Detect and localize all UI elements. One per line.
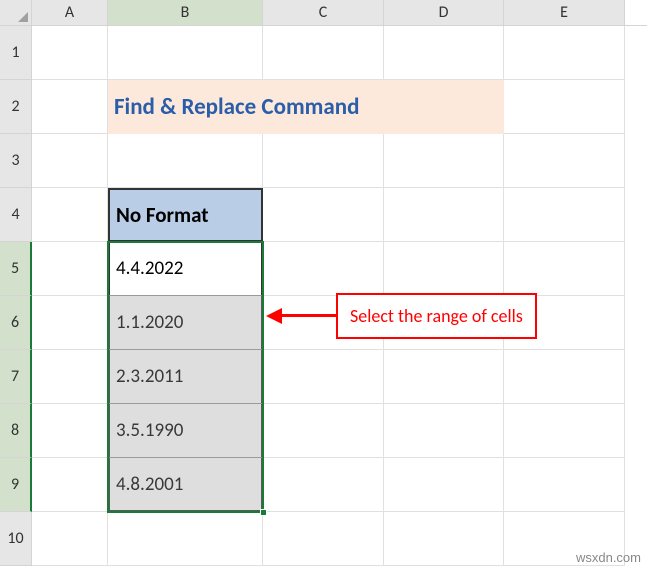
row-6: 6 1.1.2020 (0, 296, 647, 350)
row-2: 2 Find & Replace Command (0, 80, 647, 134)
cell-E7[interactable] (504, 350, 625, 404)
row-8: 8 3.5.1990 (0, 404, 647, 458)
row-5: 5 4.4.2022 (0, 242, 647, 296)
row-header-6[interactable]: 6 (0, 296, 32, 350)
cell-D10[interactable] (384, 512, 504, 566)
cell-E1[interactable] (504, 26, 625, 80)
column-headers: A B C D E (0, 0, 647, 26)
col-header-E[interactable]: E (504, 0, 625, 25)
title-cell[interactable]: Find & Replace Command (108, 80, 504, 134)
cell-E4[interactable] (504, 188, 625, 242)
col-header-C[interactable]: C (263, 0, 384, 25)
cell-A4[interactable] (32, 188, 108, 242)
cell-D9[interactable] (384, 458, 504, 512)
cell-C1[interactable] (263, 26, 384, 80)
data-cell-B9[interactable]: 4.8.2001 (108, 458, 263, 512)
cell-C4[interactable] (263, 188, 384, 242)
data-cell-B5[interactable]: 4.4.2022 (108, 242, 263, 296)
cell-D7[interactable] (384, 350, 504, 404)
row-4: 4 No Format (0, 188, 647, 242)
cell-C8[interactable] (263, 404, 384, 458)
col-header-D[interactable]: D (384, 0, 504, 25)
row-7: 7 2.3.2011 (0, 350, 647, 404)
row-header-5[interactable]: 5 (0, 242, 32, 296)
cell-A5[interactable] (32, 242, 108, 296)
row-header-2[interactable]: 2 (0, 80, 32, 134)
cell-D3[interactable] (384, 134, 504, 188)
row-header-10[interactable]: 10 (0, 512, 32, 566)
cell-A3[interactable] (32, 134, 108, 188)
data-cell-B8[interactable]: 3.5.1990 (108, 404, 263, 458)
table-header-cell[interactable]: No Format (108, 188, 263, 242)
data-cell-B6[interactable]: 1.1.2020 (108, 296, 263, 350)
cell-E2[interactable] (504, 80, 625, 134)
cell-C3[interactable] (263, 134, 384, 188)
cell-A2[interactable] (32, 80, 108, 134)
row-header-9[interactable]: 9 (0, 458, 32, 512)
row-9: 9 4.8.2001 (0, 458, 647, 512)
cell-D8[interactable] (384, 404, 504, 458)
row-3: 3 (0, 134, 647, 188)
cell-E8[interactable] (504, 404, 625, 458)
row-header-1[interactable]: 1 (0, 26, 32, 80)
cell-B3[interactable] (108, 134, 263, 188)
cell-A6[interactable] (32, 296, 108, 350)
cell-C7[interactable] (263, 350, 384, 404)
cell-C10[interactable] (263, 512, 384, 566)
col-header-A[interactable]: A (32, 0, 108, 25)
cell-B10[interactable] (108, 512, 263, 566)
row-header-8[interactable]: 8 (0, 404, 32, 458)
cell-D5[interactable] (384, 242, 504, 296)
row-header-7[interactable]: 7 (0, 350, 32, 404)
cell-A7[interactable] (32, 350, 108, 404)
cell-E3[interactable] (504, 134, 625, 188)
annotation-callout: Select the range of cells (336, 293, 537, 339)
cell-C9[interactable] (263, 458, 384, 512)
watermark: wsxdn.com (576, 550, 641, 565)
cell-E9[interactable] (504, 458, 625, 512)
cell-A8[interactable] (32, 404, 108, 458)
cell-A9[interactable] (32, 458, 108, 512)
select-all-corner[interactable] (0, 0, 32, 25)
data-cell-B7[interactable]: 2.3.2011 (108, 350, 263, 404)
row-header-3[interactable]: 3 (0, 134, 32, 188)
cell-A10[interactable] (32, 512, 108, 566)
fill-handle[interactable] (260, 509, 267, 516)
cell-B1[interactable] (108, 26, 263, 80)
row-header-4[interactable]: 4 (0, 188, 32, 242)
row-1: 1 (0, 26, 647, 80)
row-10: 10 (0, 512, 647, 566)
cell-A1[interactable] (32, 26, 108, 80)
cell-E5[interactable] (504, 242, 625, 296)
spreadsheet-grid: A B C D E 1 2 Find & Replace Command 3 4… (0, 0, 647, 569)
cell-D1[interactable] (384, 26, 504, 80)
cell-D4[interactable] (384, 188, 504, 242)
col-header-B[interactable]: B (108, 0, 263, 25)
cell-C5[interactable] (263, 242, 384, 296)
